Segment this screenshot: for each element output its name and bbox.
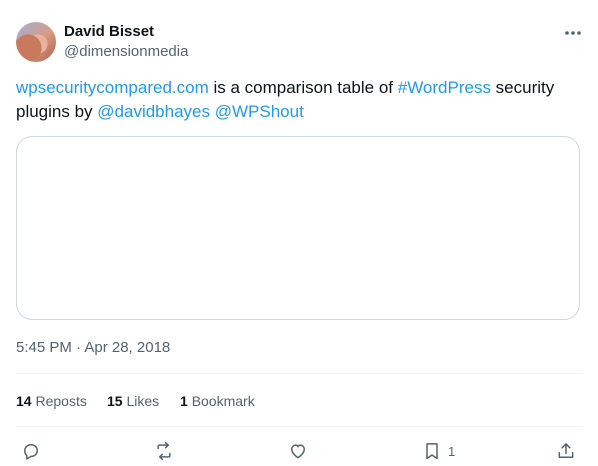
bookmarks-label: Bookmark xyxy=(191,393,255,409)
repost-icon[interactable] xyxy=(154,436,174,466)
tweet-text: wpsecuritycompared.com is a comparison t… xyxy=(16,76,586,124)
timestamp[interactable]: 5:45 PM · Apr 28, 2018 xyxy=(16,338,170,358)
divider xyxy=(16,426,582,427)
tweet: David Bisset @dimensionmedia wpsecurityc… xyxy=(0,0,598,465)
mention-link[interactable]: @WPShout xyxy=(215,102,304,121)
bookmarks-stat[interactable]: 1 Bookmark xyxy=(180,391,255,411)
bookmark-count: 1 xyxy=(448,443,456,459)
divider xyxy=(16,373,582,374)
mention-link[interactable]: @davidbhayes xyxy=(97,102,210,121)
bookmarks-count: 1 xyxy=(180,393,188,409)
text-segment: is a comparison table of xyxy=(208,78,398,97)
likes-count: 15 xyxy=(107,393,123,409)
reposts-count: 14 xyxy=(16,393,32,409)
likes-stat[interactable]: 15 Likes xyxy=(107,391,159,411)
reply-icon[interactable] xyxy=(21,436,41,466)
author-name[interactable]: David Bisset xyxy=(64,22,154,42)
bookmark-icon xyxy=(426,443,438,460)
avatar[interactable] xyxy=(16,22,56,62)
author-handle[interactable]: @dimensionmedia xyxy=(64,42,188,62)
share-icon[interactable] xyxy=(556,436,576,466)
more-icon[interactable] xyxy=(560,20,586,46)
link-card[interactable] xyxy=(16,136,580,320)
reposts-label: Reposts xyxy=(35,393,87,409)
bookmark-action[interactable]: 1 xyxy=(422,436,455,466)
likes-label: Likes xyxy=(126,393,160,409)
like-icon[interactable] xyxy=(288,436,308,466)
action-bar: 1 xyxy=(0,436,598,466)
hashtag-link[interactable]: #WordPress xyxy=(398,78,491,97)
site-link[interactable]: wpsecuritycompared.com xyxy=(16,78,209,97)
reposts-stat[interactable]: 14 Reposts xyxy=(16,391,87,411)
